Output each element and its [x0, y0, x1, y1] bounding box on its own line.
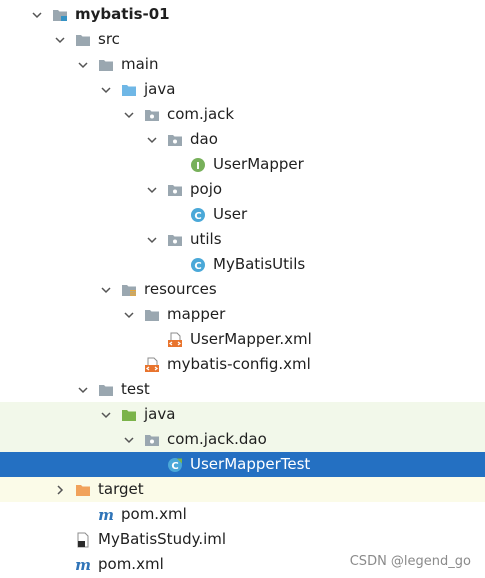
svg-text:C: C: [194, 210, 201, 221]
project-tree: mybatis-01 src main java com.jack dao I UserMap…: [0, 2, 485, 577]
tree-node-dao[interactable]: dao: [0, 127, 485, 152]
tree-node-label: java: [144, 80, 176, 98]
tree-node-pom-xml[interactable]: m pom.xml: [0, 502, 485, 527]
chevron-down-icon[interactable]: [30, 2, 44, 27]
chevron-down-icon[interactable]: [99, 402, 113, 427]
tree-node-label: UserMapper.xml: [190, 330, 312, 348]
package-icon: [167, 177, 183, 202]
chevron-down-icon[interactable]: [99, 77, 113, 102]
test-class-icon: C: [167, 452, 183, 477]
tree-node-java[interactable]: java: [0, 77, 485, 102]
tree-node-label: mybatis-config.xml: [167, 355, 311, 373]
package-icon: [144, 102, 160, 127]
tree-node-label: UserMapper: [213, 155, 304, 173]
tree-node-label: MyBatisUtils: [213, 255, 306, 273]
tree-node-label: User: [213, 205, 248, 223]
maven-icon: m: [98, 502, 114, 527]
chevron-down-icon[interactable]: [145, 227, 159, 252]
tree-node-mybatis-01[interactable]: mybatis-01: [0, 2, 485, 27]
watermark: CSDN @legend_go: [349, 554, 471, 569]
class-icon: C: [190, 202, 206, 227]
tree-node-label: src: [98, 30, 120, 48]
chevron-down-icon[interactable]: [122, 302, 136, 327]
svg-text:C: C: [194, 260, 201, 271]
excluded-folder-icon: [75, 477, 91, 502]
tree-node-mybatisstudy-iml[interactable]: MyBatisStudy.iml: [0, 527, 485, 552]
tree-node-com-jack-dao[interactable]: com.jack.dao: [0, 427, 485, 452]
tree-node-label: mybatis-01: [75, 5, 170, 23]
chevron-down-icon[interactable]: [99, 277, 113, 302]
chevron-down-icon[interactable]: [76, 377, 90, 402]
folder-icon: [98, 52, 114, 77]
tree-node-resources[interactable]: resources: [0, 277, 485, 302]
xml-file-icon: [167, 327, 183, 352]
tree-node-user[interactable]: C User: [0, 202, 485, 227]
tree-node-pojo[interactable]: pojo: [0, 177, 485, 202]
tree-node-mapper[interactable]: mapper: [0, 302, 485, 327]
chevron-down-icon[interactable]: [145, 127, 159, 152]
tree-node-label: target: [98, 480, 144, 498]
tree-node-target[interactable]: target: [0, 477, 485, 502]
maven-icon: m: [75, 552, 91, 577]
chevron-down-icon[interactable]: [122, 427, 136, 452]
tree-node-main[interactable]: main: [0, 52, 485, 77]
tree-node-label: pom.xml: [121, 505, 187, 523]
folder-icon: [144, 302, 160, 327]
tree-node-test[interactable]: test: [0, 377, 485, 402]
xml-file-icon: [144, 352, 160, 377]
tree-node-com-jack[interactable]: com.jack: [0, 102, 485, 127]
tree-node-label: pom.xml: [98, 555, 164, 573]
class-icon: C: [190, 252, 206, 277]
resources-folder-icon: [121, 277, 137, 302]
tree-node-mybatisutils[interactable]: C MyBatisUtils: [0, 252, 485, 277]
tree-node-label: test: [121, 380, 150, 398]
chevron-right-icon[interactable]: [53, 477, 67, 502]
interface-icon: I: [190, 152, 206, 177]
package-icon: [167, 227, 183, 252]
folder-icon: [98, 377, 114, 402]
tree-node-usermapper-xml[interactable]: UserMapper.xml: [0, 327, 485, 352]
package-icon: [144, 427, 160, 452]
svg-text:m: m: [98, 507, 114, 523]
tree-node-usermapper[interactable]: I UserMapper: [0, 152, 485, 177]
tree-node-mybatis-config-xml[interactable]: mybatis-config.xml: [0, 352, 485, 377]
svg-text:I: I: [196, 160, 200, 171]
tree-node-label: java: [144, 405, 176, 423]
test-root-folder-icon: [121, 402, 137, 427]
tree-node-utils[interactable]: utils: [0, 227, 485, 252]
tree-node-label: main: [121, 55, 159, 73]
tree-node-label: com.jack: [167, 105, 235, 123]
svg-text:m: m: [75, 557, 91, 573]
tree-node-label: dao: [190, 130, 218, 148]
tree-node-label: MyBatisStudy.iml: [98, 530, 227, 548]
tree-node-label: UserMapperTest: [190, 455, 311, 473]
module-folder-icon: [52, 2, 68, 27]
tree-node-usermappertest[interactable]: C UserMapperTest: [0, 452, 485, 477]
chevron-down-icon[interactable]: [53, 27, 67, 52]
tree-node-src[interactable]: src: [0, 27, 485, 52]
source-root-folder-icon: [121, 77, 137, 102]
iml-file-icon: [75, 527, 91, 552]
folder-icon: [75, 27, 91, 52]
package-icon: [167, 127, 183, 152]
tree-node-label: resources: [144, 280, 217, 298]
chevron-down-icon[interactable]: [145, 177, 159, 202]
tree-node-label: utils: [190, 230, 222, 248]
tree-node-label: mapper: [167, 305, 226, 323]
svg-text:C: C: [171, 460, 178, 471]
tree-node-label: pojo: [190, 180, 223, 198]
chevron-down-icon[interactable]: [122, 102, 136, 127]
chevron-down-icon[interactable]: [76, 52, 90, 77]
tree-node-label: com.jack.dao: [167, 430, 267, 448]
tree-node-java[interactable]: java: [0, 402, 485, 427]
